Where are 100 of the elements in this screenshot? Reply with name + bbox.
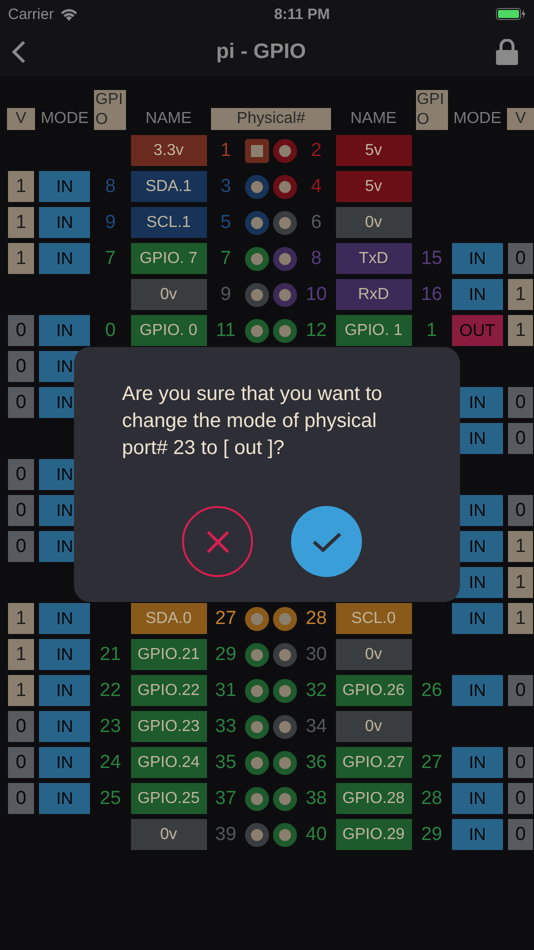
mode-button[interactable]: IN [452,747,503,778]
value-cell[interactable]: 1 [508,567,534,598]
pin-name: RxD [336,279,412,310]
value-cell[interactable]: 1 [508,603,534,634]
value-cell[interactable]: 1 [8,639,34,670]
pin-icon [273,210,298,234]
mode-button[interactable]: IN [452,603,503,634]
pin-number: 7 [219,246,232,270]
pin-number: 32 [304,678,328,702]
pin-number: 3 [219,174,232,198]
column-header: GPIO [94,90,126,130]
value-cell[interactable]: 0 [8,459,34,490]
pin-icon [273,786,298,810]
value-cell[interactable]: 0 [508,819,534,850]
value-cell[interactable]: 0 [8,711,34,742]
pin-number: 4 [310,174,323,198]
pin-name: SCL.1 [130,207,207,238]
value-cell[interactable]: 1 [8,171,34,202]
back-icon[interactable] [12,40,26,64]
column-header: MODE [40,109,90,129]
mode-button[interactable]: IN [39,243,90,274]
value-cell[interactable]: 0 [508,783,534,814]
value-cell[interactable]: 0 [8,315,34,346]
value-cell[interactable]: 0 [8,387,34,418]
pin-icon [244,138,269,162]
gpio-number: 21 [98,642,122,666]
pin-number: 29 [214,642,238,666]
pin-number: 8 [310,246,323,270]
pin-number: 10 [304,282,328,306]
column-header: MODE [452,109,502,129]
pin-name: GPIO.23 [130,711,207,742]
pin-name: GPIO. 7 [130,243,207,274]
check-icon [312,530,342,552]
mode-button[interactable]: IN [452,279,503,310]
value-cell[interactable]: 0 [8,747,34,778]
pin-name: GPIO.22 [130,675,207,706]
pin-number: 34 [304,714,328,738]
value-cell[interactable]: 0 [508,675,534,706]
pin-name: GPIO.21 [130,639,207,670]
column-header: V [7,108,35,130]
value-cell[interactable]: 0 [508,243,534,274]
value-cell[interactable]: 0 [508,747,534,778]
pin-name: 5v [336,135,412,166]
value-cell[interactable]: 1 [8,675,34,706]
mode-button[interactable]: IN [39,603,90,634]
gpio-number: 24 [98,750,122,774]
gpio-number: 15 [420,246,444,270]
value-cell[interactable]: 1 [508,531,534,562]
pin-name: 0v [336,207,412,238]
gpio-number: 9 [104,210,117,234]
pin-icon [273,246,298,270]
value-cell[interactable]: 0 [8,783,34,814]
pin-name: GPIO.25 [130,783,207,814]
value-cell[interactable]: 1 [8,243,34,274]
mode-button[interactable]: IN [452,243,503,274]
gpio-number: 1 [425,318,438,342]
pin-name: 0v [336,639,412,670]
mode-button[interactable]: IN [39,711,90,742]
pin-name: GPIO.26 [336,675,412,706]
mode-button[interactable]: IN [39,315,90,346]
pin-name: 0v [130,279,207,310]
value-cell[interactable]: 0 [508,387,534,418]
pin-icon [244,606,269,630]
column-header: NAME [144,109,193,129]
value-cell[interactable]: 0 [8,495,34,526]
value-cell[interactable]: 1 [8,603,34,634]
mode-button[interactable]: IN [452,783,503,814]
gpio-number: 25 [98,786,122,810]
pin-icon [273,678,298,702]
value-cell[interactable]: 0 [8,351,34,382]
pin-icon [244,282,269,306]
mode-button[interactable]: IN [452,675,503,706]
mode-button[interactable]: IN [39,783,90,814]
pin-icon [273,138,298,162]
value-cell[interactable]: 0 [508,423,534,454]
pin-icon [273,282,298,306]
pin-icon [244,210,269,234]
mode-button[interactable]: IN [452,819,503,850]
pin-name: TxD [336,243,412,274]
mode-button[interactable]: IN [39,639,90,670]
column-header: NAME [349,109,398,129]
pin-icon [273,174,298,198]
mode-button[interactable]: OUT [452,315,503,346]
pin-name: 0v [130,819,207,850]
value-cell[interactable]: 1 [508,279,534,310]
cancel-button[interactable] [182,506,253,577]
mode-button[interactable]: IN [39,171,90,202]
wifi-icon [60,8,78,20]
pin-number: 37 [214,786,238,810]
mode-button[interactable]: IN [39,747,90,778]
pin-icon [244,786,269,810]
value-cell[interactable]: 1 [508,315,534,346]
lock-icon[interactable] [496,39,518,65]
pin-number: 38 [304,786,328,810]
value-cell[interactable]: 1 [8,207,34,238]
mode-button[interactable]: IN [39,207,90,238]
value-cell[interactable]: 0 [8,531,34,562]
value-cell[interactable]: 0 [508,495,534,526]
mode-button[interactable]: IN [39,675,90,706]
carrier-label: Carrier [8,6,54,22]
